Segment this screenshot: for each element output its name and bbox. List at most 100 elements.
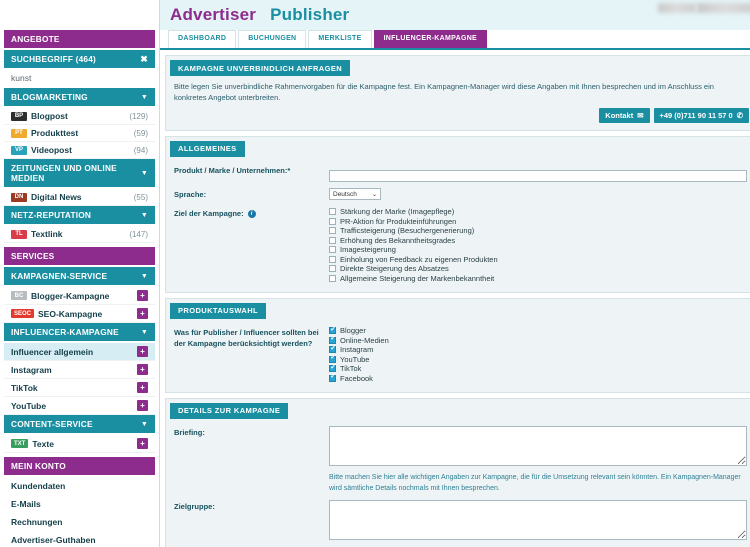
chevron-down-icon[interactable]: ▼ (141, 212, 148, 219)
sidebar-item-blogpost[interactable]: BP Blogpost (129) (4, 108, 155, 125)
publisher-option-label: TikTok (340, 364, 362, 374)
ziel-option[interactable]: Imagesteigerung (329, 245, 747, 254)
checkbox-ziel-1[interactable] (329, 217, 336, 225)
sprache-select-value: Deutsch (333, 190, 357, 198)
sidebar-item-emails[interactable]: E-Mails (4, 495, 155, 513)
sidebar-item-instagram[interactable]: Instagram + (4, 361, 155, 379)
sprache-select[interactable]: Deutsch ⌄ (329, 188, 381, 201)
sidebar-item-advertiser-guthaben[interactable]: Advertiser-Guthaben (4, 531, 155, 547)
sidebar-group-blogmarketing[interactable]: BLOGMARKETING ▼ (4, 88, 155, 106)
publisher-option[interactable]: YouTube (329, 355, 747, 364)
kontakt-button[interactable]: Kontakt ✉ (599, 107, 650, 123)
user-account-line1: Mein Konto ▾ (657, 3, 696, 13)
tab-bar: DASHBOARD BUCHUNGEN MERKLISTE INFLUENCER… (160, 30, 750, 50)
add-icon[interactable]: + (137, 382, 148, 393)
sidebar-item-blogpost-count: (129) (129, 111, 148, 121)
sidebar-group-kampagnen-service[interactable]: KAMPAGNEN-SERVICE ▼ (4, 267, 155, 285)
add-icon[interactable]: + (137, 308, 148, 319)
add-icon[interactable]: + (137, 400, 148, 411)
chevron-down-icon[interactable]: ▼ (141, 94, 148, 101)
user-account-box[interactable]: Mein Konto ▾ Joachim Rodriguez (657, 3, 750, 13)
zielgruppe-textarea[interactable] (329, 500, 747, 541)
tab-buchungen[interactable]: BUCHUNGEN (238, 30, 307, 48)
ziel-option[interactable]: Allgemeine Steigerung der Markenbekannth… (329, 274, 747, 283)
brand-advertiser[interactable]: Advertiser (170, 5, 256, 25)
checkbox-publisher-5[interactable] (329, 374, 336, 382)
sidebar-item-kundendaten[interactable]: Kundendaten (4, 477, 155, 495)
add-icon[interactable]: + (137, 438, 148, 449)
sidebar-group-content-service[interactable]: CONTENT-SERVICE ▼ (4, 415, 155, 433)
briefing-textarea[interactable] (329, 426, 747, 467)
sidebar-item-produkttest[interactable]: PT Produkttest (59) (4, 125, 155, 142)
section-produktauswahl: PRODUKTAUSWAHL Was für Publisher / Influ… (165, 297, 750, 393)
sidebar-item-tiktok[interactable]: TikTok + (4, 379, 155, 397)
tab-dashboard[interactable]: DASHBOARD (168, 30, 237, 48)
sidebar-group-influencer-kampagne[interactable]: INFLUENCER-KAMPAGNE ▼ (4, 323, 155, 341)
checkbox-publisher-0[interactable] (329, 327, 336, 335)
sidebar-item-blogger-kampagne[interactable]: BC Blogger-Kampagne + (4, 287, 155, 305)
sidebar-group-zeitungen[interactable]: ZEITUNGEN UND ONLINE MEDIEN ▼ (4, 159, 155, 187)
sidebar-item-influencer-allgemein[interactable]: Influencer allgemein + (4, 343, 155, 361)
publisher-option[interactable]: Blogger (329, 326, 747, 335)
checkbox-publisher-3[interactable] (329, 355, 336, 363)
sidebar-group-netz-reputation[interactable]: NETZ-REPUTATION ▼ (4, 206, 155, 224)
sidebar-header-suchbegriff[interactable]: SUCHBEGRIFF (464) ✖ (4, 50, 155, 68)
close-icon[interactable]: ✖ (140, 54, 148, 64)
checkbox-ziel-0[interactable] (329, 208, 336, 216)
field-briefing-label: Briefing: (174, 428, 205, 438)
sidebar-item-seo-kampagne[interactable]: SEOC SEO-Kampagne + (4, 305, 155, 323)
section-produktauswahl-title: PRODUKTAUSWAHL (170, 302, 267, 319)
checkbox-ziel-4[interactable] (329, 246, 336, 254)
search-term-value[interactable]: kunst (4, 70, 155, 88)
sidebar-item-videopost[interactable]: VP Videopost (94) (4, 142, 155, 159)
checkbox-publisher-2[interactable] (329, 346, 336, 354)
ziel-option[interactable]: Direkte Steigerung des Absatzes (329, 264, 747, 273)
contact-button-row: Kontakt ✉ +49 (0)711 90 11 57 0 ✆ (166, 104, 750, 123)
ziel-option[interactable]: Stärkung der Marke (Imagepflege) (329, 207, 747, 216)
sidebar-item-texte[interactable]: TXT Texte + (4, 435, 155, 453)
checkbox-ziel-6[interactable] (329, 265, 336, 273)
checkbox-ziel-5[interactable] (329, 255, 336, 263)
ziel-option[interactable]: Trafficsteigerung (Besuchergenerierung) (329, 226, 747, 235)
checkbox-publisher-4[interactable] (329, 365, 336, 373)
chevron-down-icon[interactable]: ▼ (141, 170, 148, 177)
add-icon[interactable]: + (137, 346, 148, 357)
checkbox-ziel-3[interactable] (329, 236, 336, 244)
sidebar-item-rechnungen[interactable]: Rechnungen (4, 513, 155, 531)
ziel-option[interactable]: Erhöhung des Bekanntheitsgrades (329, 236, 747, 245)
brand-publisher[interactable]: Publisher (270, 5, 349, 25)
phone-button[interactable]: +49 (0)711 90 11 57 0 ✆ (653, 107, 749, 123)
info-icon[interactable]: i (247, 209, 256, 218)
ziel-option[interactable]: PR-Aktion für Produkteinführungen (329, 217, 747, 226)
sidebar-item-textlink-label: Textlink (31, 229, 63, 239)
tab-influencer-kampagne[interactable]: INFLUENCER-KAMPAGNE (373, 30, 488, 48)
sidebar-group-content-service-label: CONTENT-SERVICE (11, 419, 93, 429)
chevron-down-icon[interactable]: ▼ (141, 421, 148, 428)
chevron-down-icon[interactable]: ▼ (141, 273, 148, 280)
sidebar-group-zeitungen-label: ZEITUNGEN UND ONLINE MEDIEN (11, 163, 117, 183)
sidebar-item-youtube[interactable]: YouTube + (4, 397, 155, 415)
checkbox-ziel-2[interactable] (329, 227, 336, 235)
badge-txt: TXT (11, 439, 29, 448)
chevron-down-icon[interactable]: ▼ (141, 329, 148, 336)
add-icon[interactable]: + (137, 364, 148, 375)
checkbox-publisher-1[interactable] (329, 336, 336, 344)
field-briefing: Briefing: Bitte machen Sie hier alle wic… (166, 425, 750, 496)
checkbox-ziel-7[interactable] (329, 274, 336, 282)
sidebar-item-texte-label: Texte (32, 438, 54, 449)
ziel-option[interactable]: Einholung von Feedback zu eigenen Produk… (329, 255, 747, 264)
tab-merkliste[interactable]: MERKLISTE (308, 30, 372, 48)
sidebar-item-blogger-kampagne-label: Blogger-Kampagne (31, 290, 110, 301)
publisher-option[interactable]: Instagram (329, 345, 747, 354)
sidebar-header-services-label: SERVICES (11, 251, 55, 261)
publisher-option[interactable]: Facebook (329, 374, 747, 383)
sidebar-item-digital-news-label: Digital News (31, 192, 82, 202)
sidebar-item-textlink[interactable]: TL Textlink (147) (4, 226, 155, 243)
publisher-option[interactable]: Online-Medien (329, 336, 747, 345)
produkt-marke-input[interactable] (329, 169, 747, 182)
main-area: Advertiser Publisher Mein Konto ▾ Joachi… (160, 0, 750, 547)
add-icon[interactable]: + (137, 290, 148, 301)
badge-seoc: SEOC (11, 309, 35, 318)
publisher-option[interactable]: TikTok (329, 364, 747, 373)
sidebar-item-digital-news[interactable]: DN Digital News (55) (4, 189, 155, 206)
